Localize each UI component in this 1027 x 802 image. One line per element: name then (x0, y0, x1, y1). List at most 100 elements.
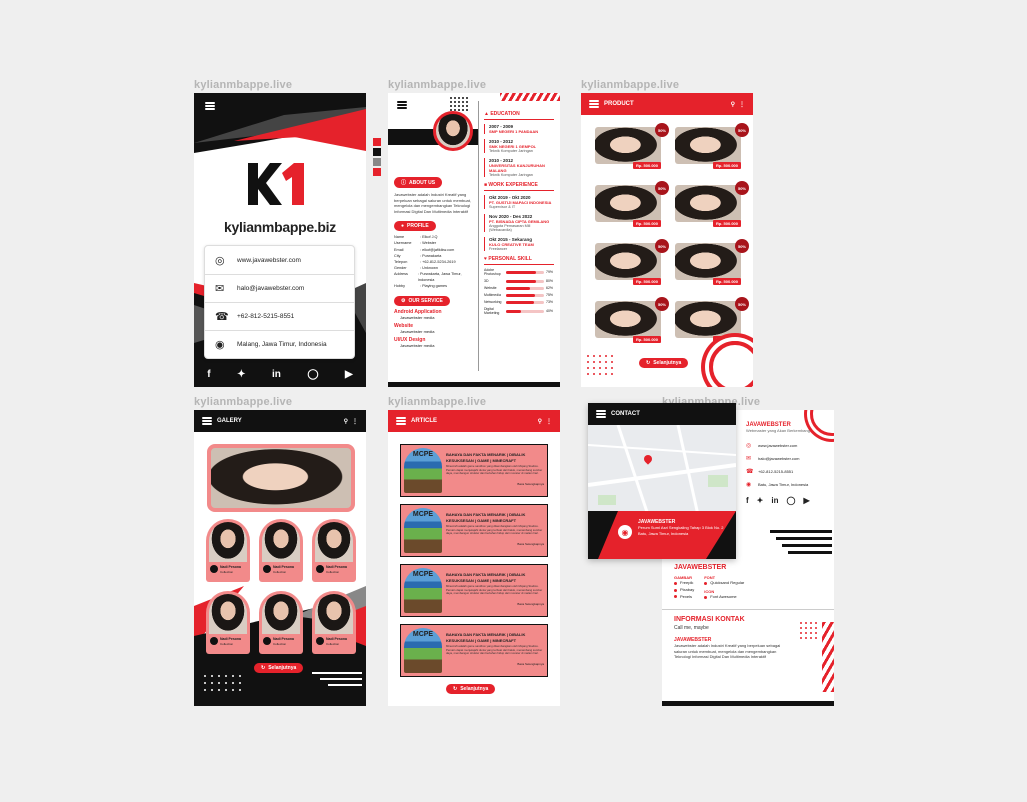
watermark: kylianmbappe.live (581, 79, 680, 91)
gallery-item[interactable]: Nadi Pesona Collection (206, 591, 250, 654)
dot (204, 689, 206, 691)
menu-icon[interactable] (596, 410, 606, 418)
gallery-item[interactable]: Nadi Pesona Collection (312, 519, 356, 582)
instagram-icon[interactable]: ◯ (307, 369, 318, 380)
article-card[interactable]: MCPE BAHAYA DAN FAKTA MENARIK | DIBALIK K… (400, 504, 548, 557)
search-icon[interactable]: ⚲ (344, 418, 348, 425)
youtube-icon[interactable]: ▶ (803, 496, 809, 505)
dot (815, 627, 817, 629)
menu-icon[interactable] (589, 100, 599, 108)
dot (204, 682, 206, 684)
refresh-icon: ↻ (261, 665, 266, 671)
article-thumbnail-label: MCPE (412, 571, 434, 578)
search-icon[interactable]: ⚲ (538, 418, 542, 425)
timeline-item: Okt 2015 - Sekarang KULO CREATIVE TEAM Fre… (484, 237, 554, 251)
page-title: ARTICLE (411, 418, 437, 424)
twitter-icon[interactable]: ✦ (757, 496, 764, 505)
menu-icon[interactable] (397, 101, 407, 109)
more-button[interactable]: ↻ Selanjutnya (639, 358, 689, 368)
dot (462, 105, 464, 107)
featured-photo[interactable] (207, 444, 355, 512)
contact-text: +62-812-5215-8551 (758, 468, 794, 474)
contact-row[interactable]: ✉ halo@javawebster.com (205, 274, 354, 302)
business-card-screen: kylianmbappe.biz ◎ www.javawebster.com ✉ ha… (194, 93, 366, 387)
more-icon[interactable]: ⋮ (546, 418, 552, 425)
contact-row[interactable]: ◎ www.javawebster.com (205, 246, 354, 274)
more-button[interactable]: ↻ Selanjutnya (254, 663, 304, 673)
price-tag: Rp. 500.000 (712, 278, 741, 285)
instagram-icon[interactable]: ◯ (786, 496, 795, 505)
contact-row[interactable]: ☎ +62-812-5215-8551 (746, 468, 830, 475)
contact-row[interactable]: ◎ www.javawebster.com (746, 442, 830, 449)
bullet-text: Pexels (680, 593, 693, 599)
more-button[interactable]: ↻ Selanjutnya (446, 684, 496, 694)
service-item: Website Javawebster media (394, 323, 474, 334)
gear-icon: ⚙ (401, 297, 406, 304)
linkedin-icon[interactable]: in (272, 369, 281, 380)
dot (611, 367, 613, 369)
product-card[interactable]: 50% Rp. 500.000 (675, 297, 749, 343)
article-headline: BAHAYA DAN FAKTA MENARIK | DIBALIK KESUK… (446, 512, 526, 523)
bullet-dot (674, 581, 677, 585)
menu-icon[interactable] (396, 417, 406, 425)
map-view[interactable] (588, 425, 736, 515)
skill-fill (506, 270, 537, 274)
profile-heading: ● PROFILE (394, 221, 436, 232)
youtube-icon[interactable]: ▶ (345, 369, 353, 380)
read-more-link[interactable]: Baca Selengkapnya (446, 602, 544, 606)
dot (810, 627, 812, 629)
facebook-icon[interactable]: f (746, 496, 749, 505)
watermark: kylianmbappe.live (194, 79, 293, 91)
education-heading: ▲ EDUCATION (484, 111, 520, 117)
phone-icon: ☎ (215, 311, 229, 323)
camera-icon (316, 565, 324, 573)
dot-pattern (587, 355, 613, 375)
product-card[interactable]: 50% Rp. 500.000 (595, 123, 669, 169)
facebook-icon[interactable]: f (207, 369, 210, 380)
product-card[interactable]: 50% Rp. 500.000 (675, 181, 749, 227)
article-card[interactable]: MCPE BAHAYA DAN FAKTA MENARIK | DIBALIK K… (400, 444, 548, 497)
gallery-item[interactable]: Nadi Pesona Collection (259, 519, 303, 582)
menu-icon[interactable] (202, 417, 212, 425)
more-icon[interactable]: ⋮ (352, 418, 358, 425)
service-sub: Javawebster media (400, 342, 435, 348)
linkedin-icon[interactable]: in (771, 496, 778, 505)
contact-row[interactable]: ◉ Batu, Jawa Timur, Indonesia (746, 481, 830, 488)
twitter-icon[interactable]: ✦ (237, 369, 245, 380)
contact-row[interactable]: ☎ +62-812-5215-8551 (205, 302, 354, 330)
contact-text: www.javawebster.com (237, 256, 301, 264)
page-title: PRODUCT (604, 101, 634, 107)
contact-row[interactable]: ✉ halo@javawebster.com (746, 455, 830, 462)
gallery-caption-title: Nadi Pesona (273, 637, 295, 641)
gallery-screen: GALERY ⚲ ⋮ Nadi Pesona Collection Nadi Peso… (194, 410, 366, 706)
article-card[interactable]: MCPE BAHAYA DAN FAKTA MENARIK | DIBALIK K… (400, 564, 548, 617)
stripe-lines (770, 530, 832, 554)
read-more-link[interactable]: Baca Selengkapnya (446, 542, 544, 546)
gallery-item[interactable]: Nadi Pesona Collection (312, 591, 356, 654)
menu-icon[interactable] (205, 102, 215, 110)
gallery-item[interactable]: Nadi Pesona Collection (206, 519, 250, 582)
search-icon[interactable]: ⚲ (731, 101, 735, 108)
service-sub: Javawebster media (400, 328, 435, 334)
about-us-heading: ⓘ ABOUT US (394, 177, 443, 188)
product-card[interactable]: 50% Rp. 500.000 (675, 239, 749, 285)
read-more-link[interactable]: Baca Selengkapnya (446, 662, 544, 666)
product-card[interactable]: 50% Rp. 500.000 (675, 123, 749, 169)
product-image (675, 185, 741, 222)
contact-row[interactable]: ◉ Malang, Jawa Timur, Indonesia (205, 330, 354, 358)
bullet-text: Quicksand Regular (710, 580, 745, 585)
product-card[interactable]: 50% Rp. 500.000 (595, 297, 669, 343)
contact-text: Malang, Jawa Timur, Indonesia (237, 341, 327, 348)
gallery-item[interactable]: Nadi Pesona Collection (259, 591, 303, 654)
product-card[interactable]: 50% Rp. 500.000 (595, 181, 669, 227)
article-card[interactable]: MCPE BAHAYA DAN FAKTA MENARIK | DIBALIK K… (400, 624, 548, 677)
read-more-link[interactable]: Baca Selengkapnya (446, 482, 544, 486)
contact-text: +62-812-5215-8551 (237, 313, 295, 320)
skill-fill (506, 286, 530, 290)
more-icon[interactable]: ⋮ (739, 101, 745, 108)
product-card[interactable]: 50% Rp. 500.000 (595, 239, 669, 285)
contact-header: CONTACT (588, 403, 736, 425)
discount-badge: 50% (735, 239, 749, 253)
bullet-text: Pixabay (680, 586, 695, 592)
dot (593, 361, 595, 363)
